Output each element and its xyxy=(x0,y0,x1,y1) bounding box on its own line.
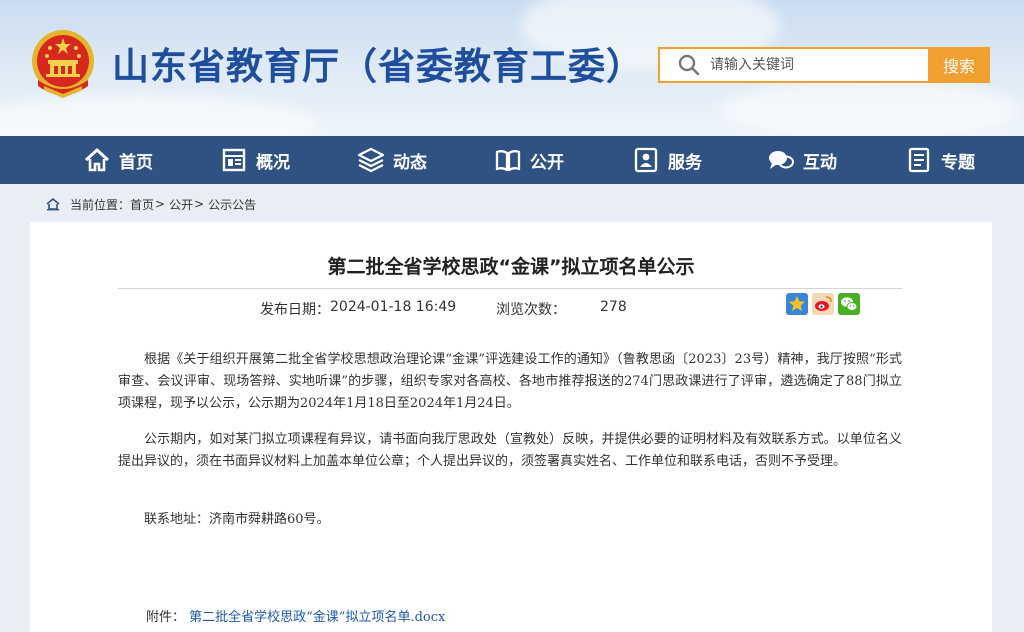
service-icon xyxy=(634,147,658,173)
overview-icon xyxy=(222,148,246,172)
search-icon xyxy=(678,54,700,76)
wechat-icon[interactable] xyxy=(838,293,860,315)
attachment-label: 附件： xyxy=(146,610,186,625)
attachment-file-link[interactable]: 第二批全省学校思政“金课”拟立项名单.docx xyxy=(189,610,445,625)
news-stack-icon xyxy=(357,147,385,173)
nav-label: 首页 xyxy=(119,152,153,173)
contact-address: 联系地址：济南市舜耕路60号。 xyxy=(144,512,330,527)
nav-item-home[interactable]: 首页 xyxy=(83,136,153,184)
national-emblem-icon[interactable] xyxy=(30,28,96,100)
nav-label: 动态 xyxy=(393,152,427,173)
views-count: 278 xyxy=(600,299,627,315)
location-home-icon xyxy=(46,197,60,211)
nav-label: 互动 xyxy=(803,152,837,173)
breadcrumb-prefix: 当前位置： xyxy=(70,197,131,212)
breadcrumb-open[interactable]: 公开 xyxy=(169,196,193,213)
weibo-icon[interactable] xyxy=(812,293,834,315)
site-header: 山东省教育厅（省委教育工委） 搜索 xyxy=(0,0,1024,136)
publish-date: 2024-01-18 16:49 xyxy=(330,299,457,315)
nav-label: 概况 xyxy=(256,152,290,173)
search-box xyxy=(658,47,930,83)
nav-item-service[interactable]: 服务 xyxy=(632,136,702,184)
views-label: 浏览次数： xyxy=(496,302,566,318)
attachment: 附件： 第二批全省学校思政“金课”拟立项名单.docx xyxy=(146,606,445,625)
home-icon xyxy=(84,148,110,172)
search-input[interactable] xyxy=(704,50,928,80)
open-book-icon xyxy=(495,150,521,172)
nav-item-topic[interactable]: 专题 xyxy=(905,136,975,184)
nav-label: 专题 xyxy=(941,152,975,173)
qzone-star-icon[interactable] xyxy=(786,293,808,315)
title-divider xyxy=(118,288,902,289)
nav-item-interact[interactable]: 互动 xyxy=(767,136,837,184)
breadcrumb-separator: > xyxy=(155,197,166,211)
breadcrumb-separator: > xyxy=(194,197,205,211)
nav-label: 服务 xyxy=(668,152,702,173)
site-title: 山东省教育厅（省委教育工委） xyxy=(112,45,644,88)
nav-item-open[interactable]: 公开 xyxy=(494,136,564,184)
search-button[interactable]: 搜索 xyxy=(928,47,990,83)
publish-date-label: 发布日期： xyxy=(260,302,330,318)
nav-label: 公开 xyxy=(530,152,564,173)
topic-icon xyxy=(908,147,930,173)
article-paragraph: 根据《关于组织开展第二批全省学校思想政治理论课“金课”评选建设工作的通知》（鲁教… xyxy=(118,352,902,411)
main-nav: 首页 概况 动态 公开 服务 互动 专题 xyxy=(0,136,1024,184)
breadcrumb: 当前位置： 首页 > 公开 > 公示公告 xyxy=(46,195,256,213)
nav-item-overview[interactable]: 概况 xyxy=(220,136,290,184)
nav-item-news[interactable]: 动态 xyxy=(357,136,427,184)
chat-icon xyxy=(769,151,794,169)
header-cloud xyxy=(720,80,1020,136)
breadcrumb-notice[interactable]: 公示公告 xyxy=(208,196,256,213)
article-paragraph: 公示期内，如对某门拟立项课程有异议，请书面向我厅思政处（宣教处）反映，并提供必要… xyxy=(118,432,902,469)
header-cloud xyxy=(0,95,320,136)
breadcrumb-home[interactable]: 首页 xyxy=(130,196,154,213)
article-title: 第二批全省学校思政“金课”拟立项名单公示 xyxy=(327,256,695,278)
article-panel: 第二批全省学校思政“金课”拟立项名单公示 发布日期： 2024-01-18 16… xyxy=(30,222,992,632)
